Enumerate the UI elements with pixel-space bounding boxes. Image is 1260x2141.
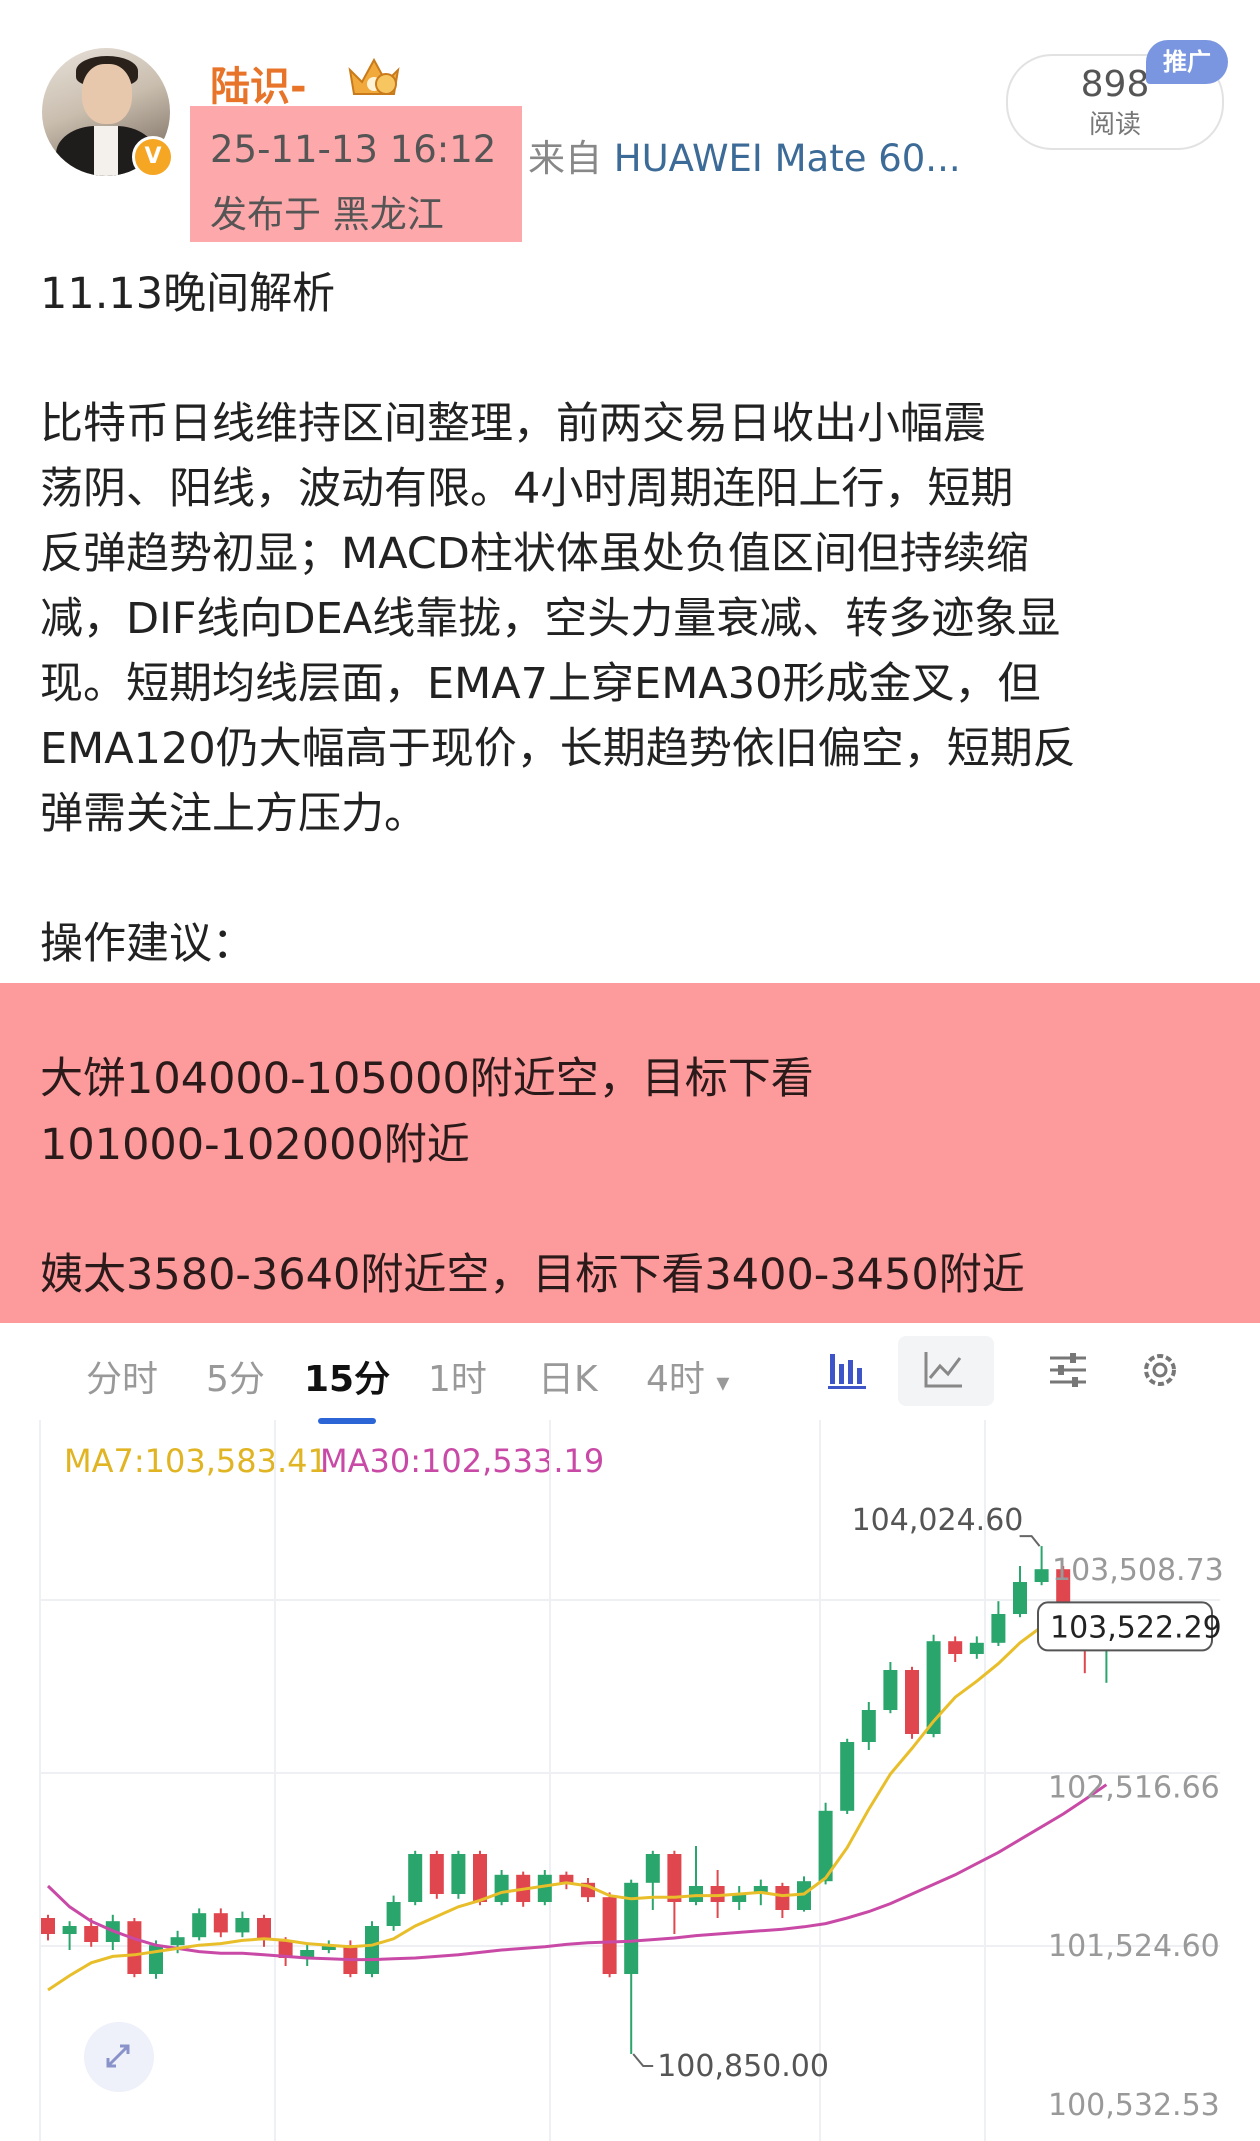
tab-1h[interactable]: 1时 bbox=[428, 1350, 487, 1402]
body-line: 减，DIF线向DEA线靠拢，空头力量衰减、转多迹象显 bbox=[40, 594, 1061, 644]
low-price-label: 100,850.00 bbox=[657, 2049, 829, 2084]
tab-4h-label: 4时 bbox=[646, 1359, 705, 1400]
low-pointer bbox=[632, 2053, 654, 2067]
ops-line: 101000-102000附近 bbox=[40, 1120, 470, 1170]
settings-sliders-icon[interactable] bbox=[1046, 1348, 1090, 1392]
candle-body bbox=[365, 1926, 379, 1974]
candle-body bbox=[969, 1642, 984, 1654]
candle-body bbox=[84, 1926, 99, 1942]
candle-body bbox=[905, 1670, 919, 1734]
post-source: 来自 HUAWEI Mate 60... bbox=[528, 128, 961, 182]
body-line: EMA120仍大幅高于现价，长期趋势依旧偏空，短期反 bbox=[40, 724, 1076, 774]
source-device[interactable]: HUAWEI Mate 60... bbox=[614, 137, 961, 180]
body-line: 反弹趋势初显；MACD柱状体虽处负值区间但持续缩 bbox=[40, 529, 1029, 579]
ops-heading: 操作建议： bbox=[40, 919, 255, 969]
price-axis-label: 101,524.60 bbox=[1048, 1929, 1220, 1964]
candle-body bbox=[62, 1926, 77, 1934]
ma30-line bbox=[46, 1783, 1108, 1962]
body-line: 比特币日线维持区间整理，前两交易日收出小幅震 bbox=[40, 399, 986, 449]
post-title: 11.13晚间解析 bbox=[40, 269, 336, 319]
price-axis-label: 102,516.66 bbox=[1048, 1770, 1220, 1805]
price-axis-label-partial: 103,508.73 bbox=[1052, 1553, 1224, 1588]
tab-daily[interactable]: 日K bbox=[538, 1350, 598, 1402]
candle-body bbox=[41, 1918, 55, 1934]
candle-body bbox=[473, 1854, 487, 1902]
candle-body bbox=[494, 1874, 509, 1902]
post-body: 比特币日线维持区间整理，前两交易日收出小幅震 荡阴、阳线，波动有限。4小时周期连… bbox=[40, 392, 1230, 847]
candle-body bbox=[127, 1921, 142, 1974]
tab-4h[interactable]: 4时 ▾ bbox=[646, 1350, 729, 1402]
gear-icon[interactable] bbox=[1138, 1348, 1182, 1392]
candle-body bbox=[948, 1641, 963, 1654]
post-timestamp: 25-11-13 16:12 bbox=[210, 128, 497, 171]
candle-body bbox=[645, 1854, 660, 1883]
candle-body bbox=[537, 1874, 552, 1902]
candle-body bbox=[667, 1854, 682, 1902]
line-chart-icon[interactable] bbox=[922, 1348, 966, 1392]
body-line: 弹需关注上方压力。 bbox=[40, 789, 427, 839]
candle-body bbox=[1013, 1582, 1027, 1614]
expand-button[interactable] bbox=[84, 2022, 154, 2092]
candle-body bbox=[257, 1918, 271, 1941]
candle-body bbox=[991, 1614, 1006, 1643]
crown-icon bbox=[348, 57, 400, 95]
expand-icon bbox=[106, 2044, 130, 2068]
candle-body bbox=[861, 1710, 876, 1742]
candle-body bbox=[170, 1937, 185, 1946]
current-price-label: 103,522.29 bbox=[1050, 1610, 1222, 1645]
tab-5min[interactable]: 5分 bbox=[206, 1350, 265, 1402]
source-prefix: 来自 bbox=[528, 137, 602, 180]
author-name[interactable]: 陆识- bbox=[210, 54, 307, 112]
tab-timeshare[interactable]: 分时 bbox=[86, 1350, 158, 1402]
candle-body bbox=[602, 1897, 617, 1974]
candle-body bbox=[840, 1742, 855, 1811]
body-line: 现。短期均线层面，EMA7上穿EMA30形成金叉，但 bbox=[40, 659, 1041, 709]
post-location: 发布于 黑龙江 bbox=[210, 193, 444, 236]
chevron-down-icon: ▾ bbox=[716, 1368, 730, 1398]
candle-body bbox=[624, 1882, 639, 1974]
body-line: 荡阴、阳线，波动有限。4小时周期连阳上行，短期 bbox=[40, 464, 1014, 514]
candle-body bbox=[775, 1886, 790, 1910]
ad-badge: 推广 bbox=[1146, 40, 1228, 84]
candle-body bbox=[235, 1918, 250, 1933]
price-axis-label: 100,532.53 bbox=[1048, 2088, 1220, 2123]
verified-icon: V bbox=[132, 136, 174, 178]
high-price-label: 104,024.60 bbox=[852, 1503, 1024, 1538]
candlestick-chart[interactable]: 102,516.66 101,524.60 100,532.53 103,508.73… bbox=[0, 1420, 1260, 2141]
candle-body bbox=[408, 1854, 423, 1902]
tab-15min[interactable]: 15分 bbox=[304, 1350, 390, 1402]
candle-body bbox=[883, 1670, 898, 1710]
bar-chart-icon[interactable] bbox=[826, 1348, 870, 1392]
ops-line: 大饼104000-105000附近空，目标下看 bbox=[40, 1054, 814, 1104]
candle-body bbox=[689, 1886, 703, 1902]
candle-body bbox=[192, 1913, 207, 1938]
candle-body bbox=[386, 1902, 401, 1926]
candle-body bbox=[451, 1854, 466, 1894]
candle-body bbox=[1034, 1569, 1049, 1582]
ma7-line bbox=[47, 1615, 1107, 1992]
ops-line: 姨太3580-3640附近空，目标下看3400-3450附近 bbox=[40, 1250, 1025, 1300]
candle-body bbox=[213, 1913, 228, 1933]
reads-label: 阅读 bbox=[1088, 110, 1141, 140]
candle-body bbox=[429, 1854, 444, 1894]
